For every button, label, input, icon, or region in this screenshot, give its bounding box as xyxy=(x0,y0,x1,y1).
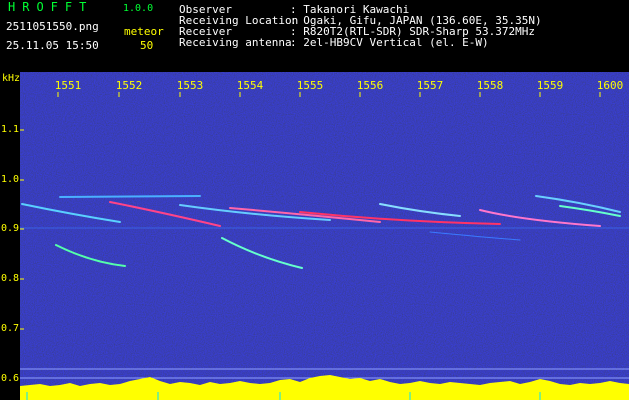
y-tick-label: 0.9 xyxy=(1,223,20,234)
frequency-unit: kHz xyxy=(2,73,21,84)
y-tick-label: 1.1 xyxy=(1,124,20,135)
x-tick-label: 1553 xyxy=(176,79,204,92)
x-tick-label: 1551 xyxy=(54,79,82,92)
y-tick-label: 0.8 xyxy=(1,273,20,284)
y-tick-label: 1.0 xyxy=(1,174,20,185)
x-tick-label: 1556 xyxy=(356,79,384,92)
x-tick-label: 1554 xyxy=(236,79,264,92)
x-tick-label: 1559 xyxy=(536,79,564,92)
x-tick-label: 1552 xyxy=(115,79,143,92)
spectrogram xyxy=(20,72,629,400)
x-tick-label: 1600 xyxy=(596,79,624,92)
noise-texture xyxy=(20,72,629,400)
x-tick-label: 1555 xyxy=(296,79,324,92)
y-tick-label: 0.7 xyxy=(1,323,20,334)
meteor-trace xyxy=(59,195,201,198)
x-tick-label: 1558 xyxy=(476,79,504,92)
x-tick-label: 1557 xyxy=(416,79,444,92)
y-tick-label: 0.6 xyxy=(1,373,20,384)
